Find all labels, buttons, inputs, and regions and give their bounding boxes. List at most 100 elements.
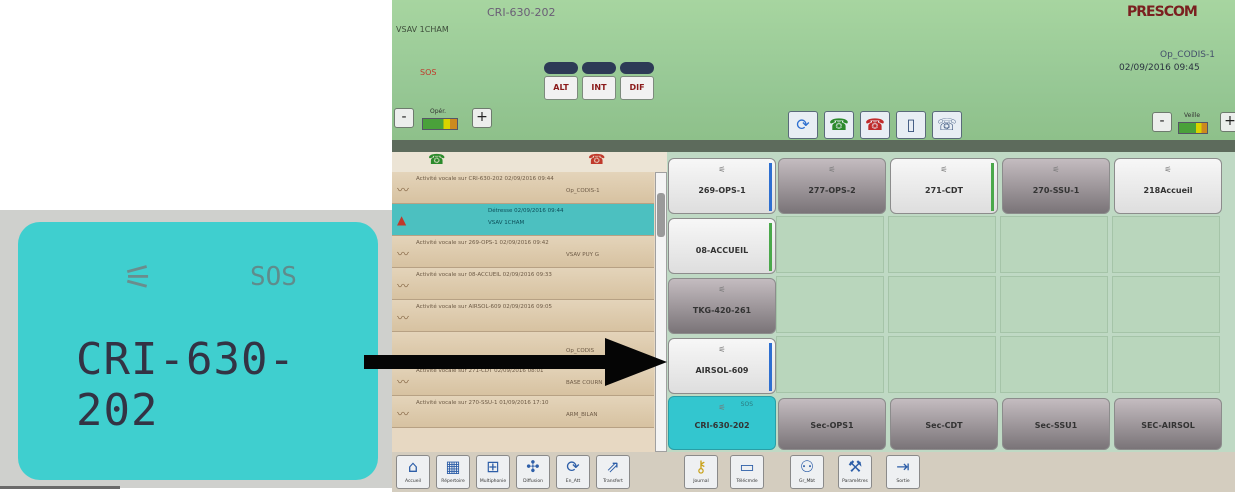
refresh-icon[interactable]: ⟳: [788, 111, 818, 139]
empty-cell: [776, 336, 884, 393]
warning-icon: ▲: [397, 213, 407, 227]
exit-button[interactable]: ⇥ Sortie: [886, 455, 920, 489]
tools-icon: ⚒: [847, 457, 863, 476]
antenna-icon: ⚟: [123, 258, 154, 298]
event-sub: Op_CODIS: [566, 348, 595, 354]
channel-name: 270-SSU-1: [1032, 186, 1080, 195]
event-item[interactable]: 〰 Activité vocale sur 08-ACCUEIL 02/09/2…: [392, 268, 654, 300]
channel-tile[interactable]: ⚟ 270-SSU-1: [1002, 158, 1110, 214]
hangup-call-icon[interactable]: ☎: [860, 111, 890, 139]
channel-tile[interactable]: ⚟ AIRSOL-609: [668, 338, 776, 394]
volume-level: [422, 118, 458, 130]
event-log-scrollbar[interactable]: [655, 172, 667, 452]
indicator-pill: [582, 62, 616, 74]
dif-button[interactable]: DIF: [620, 76, 654, 100]
brand-logo: PRESCOM: [1127, 4, 1198, 20]
voice-activity-icon: 〰: [397, 183, 410, 197]
volume-minus-button[interactable]: -: [394, 108, 414, 128]
home-button[interactable]: ⌂ Accueil: [396, 455, 430, 489]
date-time: 02/09/2016 09:45: [1119, 63, 1200, 73]
scroll-thumb[interactable]: [657, 193, 665, 237]
empty-cell: [888, 336, 996, 393]
empty-cell: [1112, 216, 1220, 273]
channel-tile[interactable]: ⚟ 218Accueil: [1114, 158, 1222, 214]
desk-phone-icon[interactable]: ☏: [932, 111, 962, 139]
inset-sos-label: SOS: [250, 262, 297, 292]
event-log: ☎ ☎ 〰 Activité vocale sur CRI-630-202 02…: [392, 152, 667, 452]
settings-button[interactable]: ⚒ Paramètres: [838, 455, 872, 489]
header-bar: CRI-630-202 VSAV 1CHAM PRESCOM Op_CODIS-…: [392, 0, 1235, 140]
channel-name: TKG-420-261: [692, 306, 752, 315]
channel-name: 269-OPS-1: [698, 186, 746, 195]
channel-name: Sec-CDT: [925, 421, 963, 430]
empty-cell: [1112, 336, 1220, 393]
indicator-pill: [544, 62, 578, 74]
header-divider: [392, 140, 1235, 152]
veille-plus-button[interactable]: +: [1220, 112, 1235, 132]
antenna-icon: ⚟: [1052, 165, 1060, 174]
event-item-alert[interactable]: ▲ Détresse 02/09/2016 09:44 VSAV 1CHAM: [392, 204, 654, 236]
event-item[interactable]: 〰 Activité vocale sur AIRSOL-609 02/09/2…: [392, 300, 654, 332]
log-button[interactable]: ⚷ Journal: [684, 455, 718, 489]
pickup-call-icon[interactable]: ☎: [824, 111, 854, 139]
home-icon: ⌂: [407, 457, 419, 476]
answered-call-icon: ☎: [428, 152, 446, 168]
event-item[interactable]: 〰 Activité vocale sur 269-OPS-1 02/09/20…: [392, 236, 654, 268]
empty-cell: [1000, 216, 1108, 273]
event-sub: BASE COURN: [566, 380, 603, 386]
directory-button[interactable]: ▦ Répertoire: [436, 455, 470, 489]
channel-tile[interactable]: 08-ACCUEIL: [668, 218, 776, 274]
event-text: Activité vocale sur CRI-630-202 02/09/20…: [416, 176, 554, 182]
channel-tile[interactable]: ⚟ 269-OPS-1: [668, 158, 776, 214]
hold-button[interactable]: ⟳ En_Att: [556, 455, 590, 489]
multiphony-button[interactable]: ⊞ Multiphonie: [476, 455, 510, 489]
multiphony-icon: ⊞: [486, 457, 500, 476]
alt-button[interactable]: ALT: [544, 76, 578, 100]
arrow-shaft: [364, 355, 614, 369]
channel-name: 277-OPS-2: [808, 186, 856, 195]
group-icon: ⚇: [799, 457, 815, 476]
broadcast-button[interactable]: ✣ Diffusion: [516, 455, 550, 489]
event-item[interactable]: 〰 Activité vocale sur 270-SSU-1 01/09/20…: [392, 396, 654, 428]
broadcast-icon: ✣: [526, 457, 540, 476]
channel-name: Sec-OPS1: [810, 421, 854, 430]
int-button[interactable]: INT: [582, 76, 616, 100]
zoom-inset: ⚟ SOS CRI-630-202: [0, 210, 392, 488]
event-item[interactable]: 〰 Activité vocale sur CRI-630-202 02/09/…: [392, 172, 654, 204]
volume-plus-button[interactable]: +: [472, 108, 492, 128]
event-sub: VSAV PUY G: [566, 252, 599, 258]
channel-tile[interactable]: ⚟ 277-OPS-2: [778, 158, 886, 214]
channel-name: CRI-630-202: [694, 421, 750, 430]
event-text: Détresse 02/09/2016 09:44: [488, 208, 564, 214]
channel-tile-selected[interactable]: ⚟ SOS CRI-630-202: [668, 396, 776, 450]
channel-tile[interactable]: ⚟ TKG-420-261: [668, 278, 776, 334]
veille-minus-button[interactable]: -: [1152, 112, 1172, 132]
remote-button[interactable]: ▭ Télécmde: [730, 455, 764, 489]
voice-activity-icon: 〰: [397, 247, 410, 261]
indicator-pill: [620, 62, 654, 74]
hold-icon: ⟳: [566, 457, 580, 476]
event-log-header: ☎ ☎: [392, 152, 667, 172]
antenna-icon: ⚟: [718, 165, 726, 174]
bottom-toolbar: ⌂ Accueil ▦ Répertoire ⊞ Multiphonie ✣ Diffu…: [392, 452, 1235, 492]
empty-cell: [776, 216, 884, 273]
channel-name: 271-CDT: [925, 186, 963, 195]
transfer-button[interactable]: ⇗ Transfert: [596, 455, 630, 489]
voice-activity-icon: 〰: [397, 311, 410, 325]
channel-tile[interactable]: SEC-AIRSOL: [1114, 398, 1222, 450]
event-sub: Op_CODIS-1: [566, 188, 600, 194]
channel-name: 218Accueil: [1143, 186, 1193, 195]
channel-tile[interactable]: Sec-CDT: [890, 398, 998, 450]
event-sub: ARM_BILAN: [566, 412, 598, 418]
group-button[interactable]: ⚇ Gr_Mbt: [790, 455, 824, 489]
sos-indicator: SOS: [420, 68, 437, 77]
antenna-icon: ⚟: [718, 345, 726, 354]
channel-tile[interactable]: Sec-SSU1: [1002, 398, 1110, 450]
directory-icon: ▦: [445, 457, 461, 476]
activity-bar: [769, 223, 772, 271]
channel-tile[interactable]: Sec-OPS1: [778, 398, 886, 450]
user-label: VSAV 1CHAM: [396, 25, 449, 34]
mobile-phone-icon[interactable]: ▯: [896, 111, 926, 139]
event-text: Activité vocale sur 269-OPS-1 02/09/2016…: [416, 240, 549, 246]
channel-tile[interactable]: ⚟ 271-CDT: [890, 158, 998, 214]
